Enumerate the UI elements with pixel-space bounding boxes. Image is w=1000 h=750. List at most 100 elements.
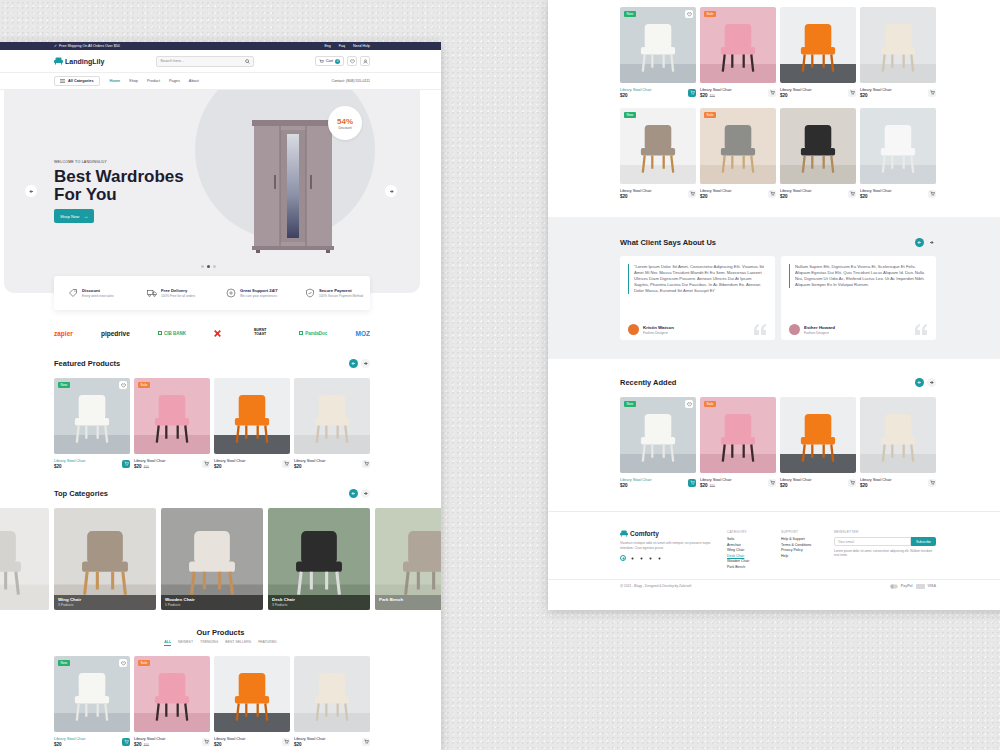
add-to-cart-button[interactable] <box>768 479 776 487</box>
nav-item[interactable]: About <box>189 79 199 83</box>
product-name[interactable]: Library Stool Chair <box>620 88 651 92</box>
product-image[interactable]: New <box>620 7 696 83</box>
add-to-cart-button[interactable] <box>202 460 210 468</box>
footer-link[interactable]: Park Bench <box>727 565 781 571</box>
product-card[interactable]: New Library Stool Chair $20 <box>620 397 696 489</box>
nav-item[interactable]: Pages <box>169 79 180 83</box>
product-card[interactable]: Library Stool Chair $20 <box>294 378 370 470</box>
social-link[interactable] <box>620 555 626 561</box>
top-bar-link[interactable]: Eng <box>324 44 330 48</box>
account-button[interactable] <box>360 56 370 66</box>
product-tab[interactable]: BEST SELLERS <box>225 640 251 646</box>
category-card[interactable]: Park Bench <box>375 508 441 610</box>
add-to-cart-button[interactable] <box>202 738 210 746</box>
wishlist-button[interactable] <box>685 10 693 18</box>
add-to-cart-button[interactable] <box>848 89 856 97</box>
category-card[interactable] <box>0 508 49 610</box>
product-card[interactable]: Library Stool Chair $20 <box>860 7 936 99</box>
product-name[interactable]: Library Stool Chair <box>780 88 811 92</box>
product-name[interactable]: Library Stool Chair <box>860 478 891 482</box>
social-link[interactable] <box>629 555 635 561</box>
product-image[interactable]: Sale <box>700 397 776 473</box>
footer-logo[interactable]: Comforty <box>620 530 727 537</box>
product-image[interactable]: Sale <box>700 108 776 184</box>
social-link[interactable] <box>656 555 662 561</box>
product-card[interactable]: Library Stool Chair $20 <box>780 397 856 489</box>
add-to-cart-button[interactable] <box>928 479 936 487</box>
product-image[interactable] <box>294 656 370 732</box>
add-to-cart-button[interactable] <box>848 479 856 487</box>
product-image[interactable]: New <box>54 656 130 732</box>
subscribe-button[interactable]: Subscribe <box>911 537 936 546</box>
next-button[interactable] <box>361 359 370 368</box>
product-name[interactable]: Library Stool Chair <box>294 737 325 741</box>
category-card[interactable]: Wing Chair 3 Products <box>54 508 156 610</box>
add-to-cart-button[interactable] <box>688 89 696 97</box>
next-button[interactable] <box>927 238 936 247</box>
product-tab[interactable]: FEATURED <box>258 640 277 646</box>
product-card[interactable]: Sale Library Stool Chair $20 $30 <box>700 7 776 99</box>
footer-link[interactable]: Terms & Conditions <box>781 543 834 549</box>
add-to-cart-button[interactable] <box>688 479 696 487</box>
product-name[interactable]: Library Stool Chair <box>780 189 811 193</box>
add-to-cart-button[interactable] <box>122 460 130 468</box>
previous-button[interactable] <box>349 359 358 368</box>
cart-button[interactable]: Cart 0 <box>315 56 344 66</box>
product-image[interactable] <box>860 397 936 473</box>
product-name[interactable]: Library Stool Chair <box>214 737 245 741</box>
product-name[interactable]: Library Stool Chair <box>700 189 731 193</box>
product-image[interactable] <box>780 7 856 83</box>
product-name[interactable]: Library Stool Chair <box>294 459 325 463</box>
product-image[interactable]: Sale <box>700 7 776 83</box>
email-field[interactable]: Your email <box>834 537 911 546</box>
product-card[interactable]: New Library Stool Chair $20 <box>620 108 696 200</box>
social-link[interactable] <box>638 555 644 561</box>
product-card[interactable]: Library Stool Chair $20 <box>780 7 856 99</box>
add-to-cart-button[interactable] <box>768 89 776 97</box>
shop-now-button[interactable]: Shop Now→ <box>54 209 94 223</box>
add-to-cart-button[interactable] <box>282 738 290 746</box>
nav-item[interactable]: Product <box>147 79 160 83</box>
product-name[interactable]: Library Stool Chair <box>780 478 811 482</box>
nav-item[interactable]: Home <box>110 79 121 83</box>
product-card[interactable]: Sale Library Stool Chair $20 $30 <box>134 656 210 748</box>
wishlist-button[interactable] <box>119 381 127 389</box>
hero-next-button[interactable] <box>385 185 397 197</box>
product-tab[interactable]: ALL <box>164 640 171 646</box>
carousel-dot[interactable] <box>201 265 204 268</box>
nav-item[interactable]: Shop <box>129 79 138 83</box>
add-to-cart-button[interactable] <box>362 460 370 468</box>
add-to-cart-button[interactable] <box>362 738 370 746</box>
product-image[interactable]: New <box>620 397 696 473</box>
wishlist-button[interactable] <box>347 56 357 66</box>
product-name[interactable]: Library Stool Chair <box>54 459 85 463</box>
next-button[interactable] <box>361 489 370 498</box>
product-tab[interactable]: TRENDING <box>200 640 218 646</box>
category-card[interactable]: Desk Chair 3 Products <box>268 508 370 610</box>
previous-button[interactable] <box>915 238 924 247</box>
add-to-cart-button[interactable] <box>848 190 856 198</box>
product-image[interactable] <box>860 108 936 184</box>
add-to-cart-button[interactable] <box>282 460 290 468</box>
product-card[interactable]: Sale Library Stool Chair $20 $30 <box>700 397 776 489</box>
category-card[interactable]: Wooden Chair 5 Products <box>161 508 263 610</box>
product-image[interactable]: New <box>620 108 696 184</box>
next-button[interactable] <box>927 378 936 387</box>
product-card[interactable]: Library Stool Chair $20 <box>860 108 936 200</box>
logo[interactable]: LandingLily <box>54 57 104 65</box>
footer-link[interactable]: Help & Support <box>781 537 834 543</box>
hero-previous-button[interactable] <box>25 185 37 197</box>
add-to-cart-button[interactable] <box>928 89 936 97</box>
product-name[interactable]: Library Stool Chair <box>54 737 85 741</box>
product-card[interactable]: Sale Library Stool Chair $20 <box>700 108 776 200</box>
footer-link[interactable]: Wooden Chair <box>727 559 781 565</box>
add-to-cart-button[interactable] <box>688 190 696 198</box>
product-image[interactable] <box>214 656 290 732</box>
footer-link[interactable]: Desk Chair <box>727 554 781 560</box>
wishlist-button[interactable] <box>685 400 693 408</box>
product-card[interactable]: New Library Stool Chair $20 <box>54 378 130 470</box>
product-name[interactable]: Library Stool Chair <box>700 88 731 92</box>
top-bar-link[interactable]: Faq <box>339 44 345 48</box>
product-image[interactable] <box>780 108 856 184</box>
product-name[interactable]: Library Stool Chair <box>620 189 651 193</box>
